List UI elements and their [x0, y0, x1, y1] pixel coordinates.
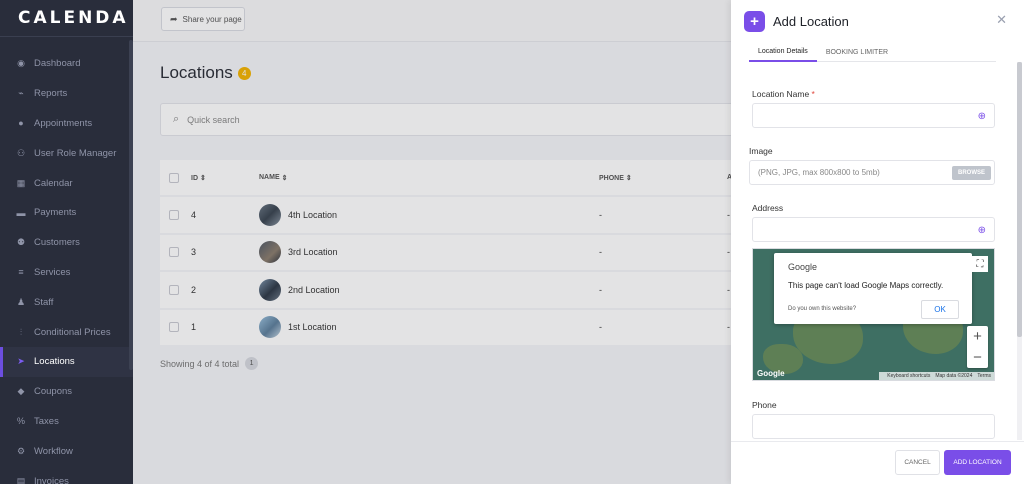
sidebar-item-label: User Role Manager [34, 147, 117, 159]
dashboard-icon: ◉ [17, 58, 25, 69]
panel-footer: CANCEL ADD LOCATION [731, 441, 1024, 484]
sidebar-item-locations[interactable]: ➤ Locations [0, 346, 133, 377]
services-icon: ≡ [18, 267, 24, 278]
sidebar-item-label: Appointments [34, 117, 93, 129]
sidebar-item-dashboard[interactable]: ◉ Dashboard [0, 49, 133, 79]
sidebar: CALENDA ◉ Dashboard ⌁ Reports ● Appointment… [0, 0, 133, 484]
sidebar-item-label: Staff [34, 296, 54, 308]
map-error-message: This page can't load Google Maps correct… [788, 281, 944, 290]
sidebar-item-taxes[interactable]: % Taxes [0, 407, 133, 437]
sidebar-item-label: Payments [34, 207, 77, 219]
image-placeholder: (PNG, JPG, max 800x800 to 5mb) [758, 168, 880, 177]
sidebar-item-appointments[interactable]: ● Appointments [0, 109, 133, 139]
add-location-button[interactable]: ADD LOCATION [944, 450, 1011, 475]
sidebar-item-invoices[interactable]: ▤ Invoices [0, 466, 133, 484]
map-data-text: Map data ©2024 [935, 373, 973, 379]
sidebar-item-label: Taxes [34, 415, 59, 427]
map-error-dialog: Google This page can't load Google Maps … [774, 253, 972, 324]
coupons-icon: ◆ [17, 386, 25, 397]
close-icon[interactable]: ✕ [996, 12, 1007, 28]
modal-backdrop[interactable] [133, 0, 731, 484]
sidebar-nav: ◉ Dashboard ⌁ Reports ● Appointments ⚇ User … [0, 37, 133, 484]
required-mark: * [811, 89, 815, 99]
customers-icon: ⚉ [16, 237, 26, 248]
zoom-in-button[interactable]: + [967, 326, 988, 347]
panel-tabs: Location Details BOOKING LIMITER [749, 42, 996, 62]
sidebar-item-label: Reports [34, 88, 68, 100]
fullscreen-icon[interactable]: ⛶ [972, 256, 988, 272]
cancel-button[interactable]: CANCEL [895, 450, 940, 475]
calendar-icon: ▦ [16, 177, 26, 188]
workflow-icon: ⚙ [16, 445, 26, 456]
address-input[interactable]: ⊕ [752, 217, 995, 242]
location-arrow-icon: ➤ [17, 356, 25, 367]
reports-icon: ⌁ [18, 88, 24, 99]
sidebar-item-label: Dashboard [34, 58, 81, 70]
app-logo[interactable]: CALENDA [0, 0, 133, 37]
user-role-icon: ⚇ [16, 147, 26, 158]
sidebar-item-user-role-manager[interactable]: ⚇ User Role Manager [0, 138, 133, 168]
map-view[interactable]: Google This page can't load Google Maps … [752, 248, 995, 381]
image-upload-field[interactable]: (PNG, JPG, max 800x800 to 5mb) BROWSE [749, 160, 995, 185]
sidebar-item-label: Services [34, 266, 71, 278]
sidebar-item-label: Conditional Prices [34, 326, 111, 338]
sidebar-item-label: Workflow [34, 445, 73, 457]
appointments-icon: ● [18, 118, 24, 129]
sidebar-item-services[interactable]: ≡ Services [0, 258, 133, 288]
browse-button[interactable]: BROWSE [952, 166, 991, 180]
location-name-label-text: Location Name [752, 89, 810, 99]
location-name-label: Location Name * [752, 89, 815, 99]
tab-location-details[interactable]: Location Details [749, 42, 817, 62]
keyboard-shortcuts-link[interactable]: Keyboard shortcuts [887, 373, 930, 379]
sidebar-item-label: Calendar [34, 177, 73, 189]
sidebar-item-coupons[interactable]: ◆ Coupons [0, 377, 133, 407]
sidebar-item-customers[interactable]: ⚉ Customers [0, 228, 133, 258]
google-watermark: Google [757, 369, 785, 378]
panel-scrollbar-thumb[interactable] [1017, 62, 1022, 337]
own-website-link[interactable]: Do you own this website? [788, 306, 856, 312]
sidebar-item-label: Locations [34, 356, 75, 368]
location-name-input[interactable]: ⊕ [752, 103, 995, 128]
sidebar-item-payments[interactable]: ▬ Payments [0, 198, 133, 228]
phone-input[interactable] [752, 414, 995, 439]
zoom-out-button[interactable]: − [967, 347, 988, 368]
tab-booking-limiter[interactable]: BOOKING LIMITER [817, 42, 897, 62]
terms-link[interactable]: Terms [977, 373, 991, 379]
image-label: Image [749, 146, 773, 156]
globe-icon[interactable]: ⊕ [978, 225, 986, 236]
globe-icon[interactable]: ⊕ [978, 111, 986, 122]
panel-scrollbar[interactable] [1017, 62, 1022, 440]
panel-header: + Add Location [731, 0, 1024, 42]
sidebar-item-workflow[interactable]: ⚙ Workflow [0, 436, 133, 466]
map-ok-button[interactable]: OK [921, 300, 959, 319]
address-label: Address [752, 203, 784, 213]
conditional-prices-icon: ⫶ [19, 326, 23, 337]
sidebar-item-calendar[interactable]: ▦ Calendar [0, 168, 133, 198]
invoices-icon: ▤ [16, 475, 26, 484]
add-location-panel: + Add Location ✕ Location Details BOOKIN… [731, 0, 1024, 484]
sidebar-item-label: Invoices [34, 475, 69, 484]
zoom-controls: + − [967, 326, 988, 368]
sidebar-item-reports[interactable]: ⌁ Reports [0, 79, 133, 109]
sidebar-item-label: Coupons [34, 386, 73, 398]
panel-title: Add Location [773, 13, 849, 29]
staff-icon: ♟ [16, 296, 26, 307]
plus-icon: + [744, 10, 765, 32]
sidebar-item-conditional-prices[interactable]: ⫶ Conditional Prices [0, 317, 133, 347]
sidebar-item-label: Customers [34, 237, 80, 249]
map-footer: Keyboard shortcuts Map data ©2024 Terms [879, 372, 994, 380]
payments-icon: ▬ [16, 207, 26, 218]
google-logo: Google [788, 262, 818, 272]
phone-label: Phone [752, 400, 777, 410]
taxes-icon: % [16, 416, 25, 427]
sidebar-item-staff[interactable]: ♟ Staff [0, 287, 133, 317]
